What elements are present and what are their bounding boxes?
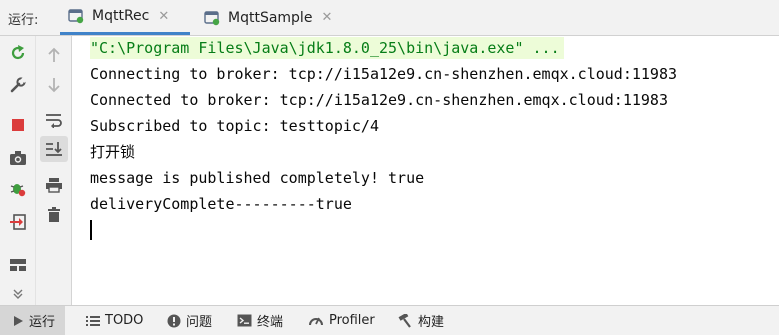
tool-label: 构建: [418, 315, 445, 330]
arrow-up-icon: [48, 47, 60, 62]
soft-wrap-button[interactable]: [36, 105, 72, 135]
tool-label: 终端: [257, 315, 284, 330]
tab-mqttrec[interactable]: MqttRec ✕: [60, 0, 190, 35]
console-line: deliveryComplete---------true: [90, 195, 352, 213]
play-icon: [12, 315, 24, 327]
console-actions-toolbar: [36, 36, 72, 305]
tool-build[interactable]: 构建: [397, 306, 444, 335]
tool-profiler[interactable]: Profiler: [308, 306, 375, 335]
info-icon: [167, 314, 181, 328]
run-actions-toolbar: [0, 36, 36, 305]
printer-icon: [46, 178, 62, 193]
trash-icon: [48, 207, 60, 222]
run-label: 运行:: [8, 13, 39, 28]
layout-icon: [10, 259, 26, 271]
clear-all-button[interactable]: [36, 200, 72, 230]
tool-label: Profiler: [329, 313, 375, 328]
close-icon[interactable]: ✕: [158, 9, 169, 24]
stop-icon: [12, 119, 24, 131]
text-caret: [90, 220, 92, 240]
tool-label: 问题: [186, 315, 213, 330]
tool-terminal[interactable]: 终端: [237, 306, 283, 335]
console-line: Connected to broker: tcp://i15a12e9.cn-s…: [90, 91, 668, 109]
thread-dump-button[interactable]: [0, 143, 36, 173]
run-tool-window-header: 运行: MqttRec ✕ MqttSample ✕: [0, 0, 779, 36]
console-line-command: "C:\Program Files\Java\jdk1.8.0_25\bin\j…: [90, 37, 564, 59]
console-output[interactable]: "C:\Program Files\Java\jdk1.8.0_25\bin\j…: [72, 36, 779, 305]
chevron-double-down-icon: [13, 289, 23, 299]
tab-mqttsample[interactable]: MqttSample ✕: [196, 0, 346, 35]
layout-settings-button[interactable]: [0, 250, 36, 280]
tool-problems[interactable]: 问题: [167, 306, 212, 335]
application-icon: [204, 10, 220, 26]
console-line: 打开锁: [90, 143, 136, 161]
exit-button[interactable]: [0, 207, 36, 237]
tool-label: 运行: [29, 315, 56, 330]
stop-button[interactable]: [0, 110, 36, 140]
rerun-button[interactable]: [0, 38, 36, 68]
up-button[interactable]: [36, 40, 72, 70]
tab-label: MqttSample: [228, 9, 313, 26]
tool-label: TODO: [105, 313, 144, 328]
scroll-to-end-icon: [46, 142, 62, 156]
camera-icon: [10, 151, 26, 165]
close-icon[interactable]: ✕: [321, 10, 332, 25]
debug-settings-button[interactable]: [0, 174, 36, 204]
modify-run-configuration-button[interactable]: [0, 70, 36, 100]
scroll-to-end-button[interactable]: [40, 136, 68, 162]
hammer-icon: [397, 313, 413, 328]
soft-wrap-icon: [46, 114, 62, 128]
rerun-icon: [11, 45, 25, 60]
tool-run[interactable]: 运行: [0, 306, 66, 335]
tool-window-bar: 运行 TODO 问题 终端 Profiler 构建: [0, 305, 779, 335]
wrench-icon: [10, 76, 27, 93]
terminal-icon: [237, 314, 252, 327]
arrow-down-icon: [48, 78, 60, 93]
tab-label: MqttRec: [92, 8, 150, 24]
console-line: Subscribed to topic: testtopic/4: [90, 117, 379, 135]
list-icon: [86, 315, 100, 327]
bug-settings-icon: [10, 184, 26, 197]
profiler-gauge-icon: [308, 314, 324, 328]
down-button[interactable]: [36, 70, 72, 100]
console-line: Connecting to broker: tcp://i15a12e9.cn-…: [90, 65, 677, 83]
tool-todo[interactable]: TODO: [86, 306, 143, 335]
application-run-icon: [68, 8, 84, 24]
console-line: message is published completely! true: [90, 169, 425, 187]
print-button[interactable]: [36, 170, 72, 200]
exit-icon: [10, 214, 26, 230]
